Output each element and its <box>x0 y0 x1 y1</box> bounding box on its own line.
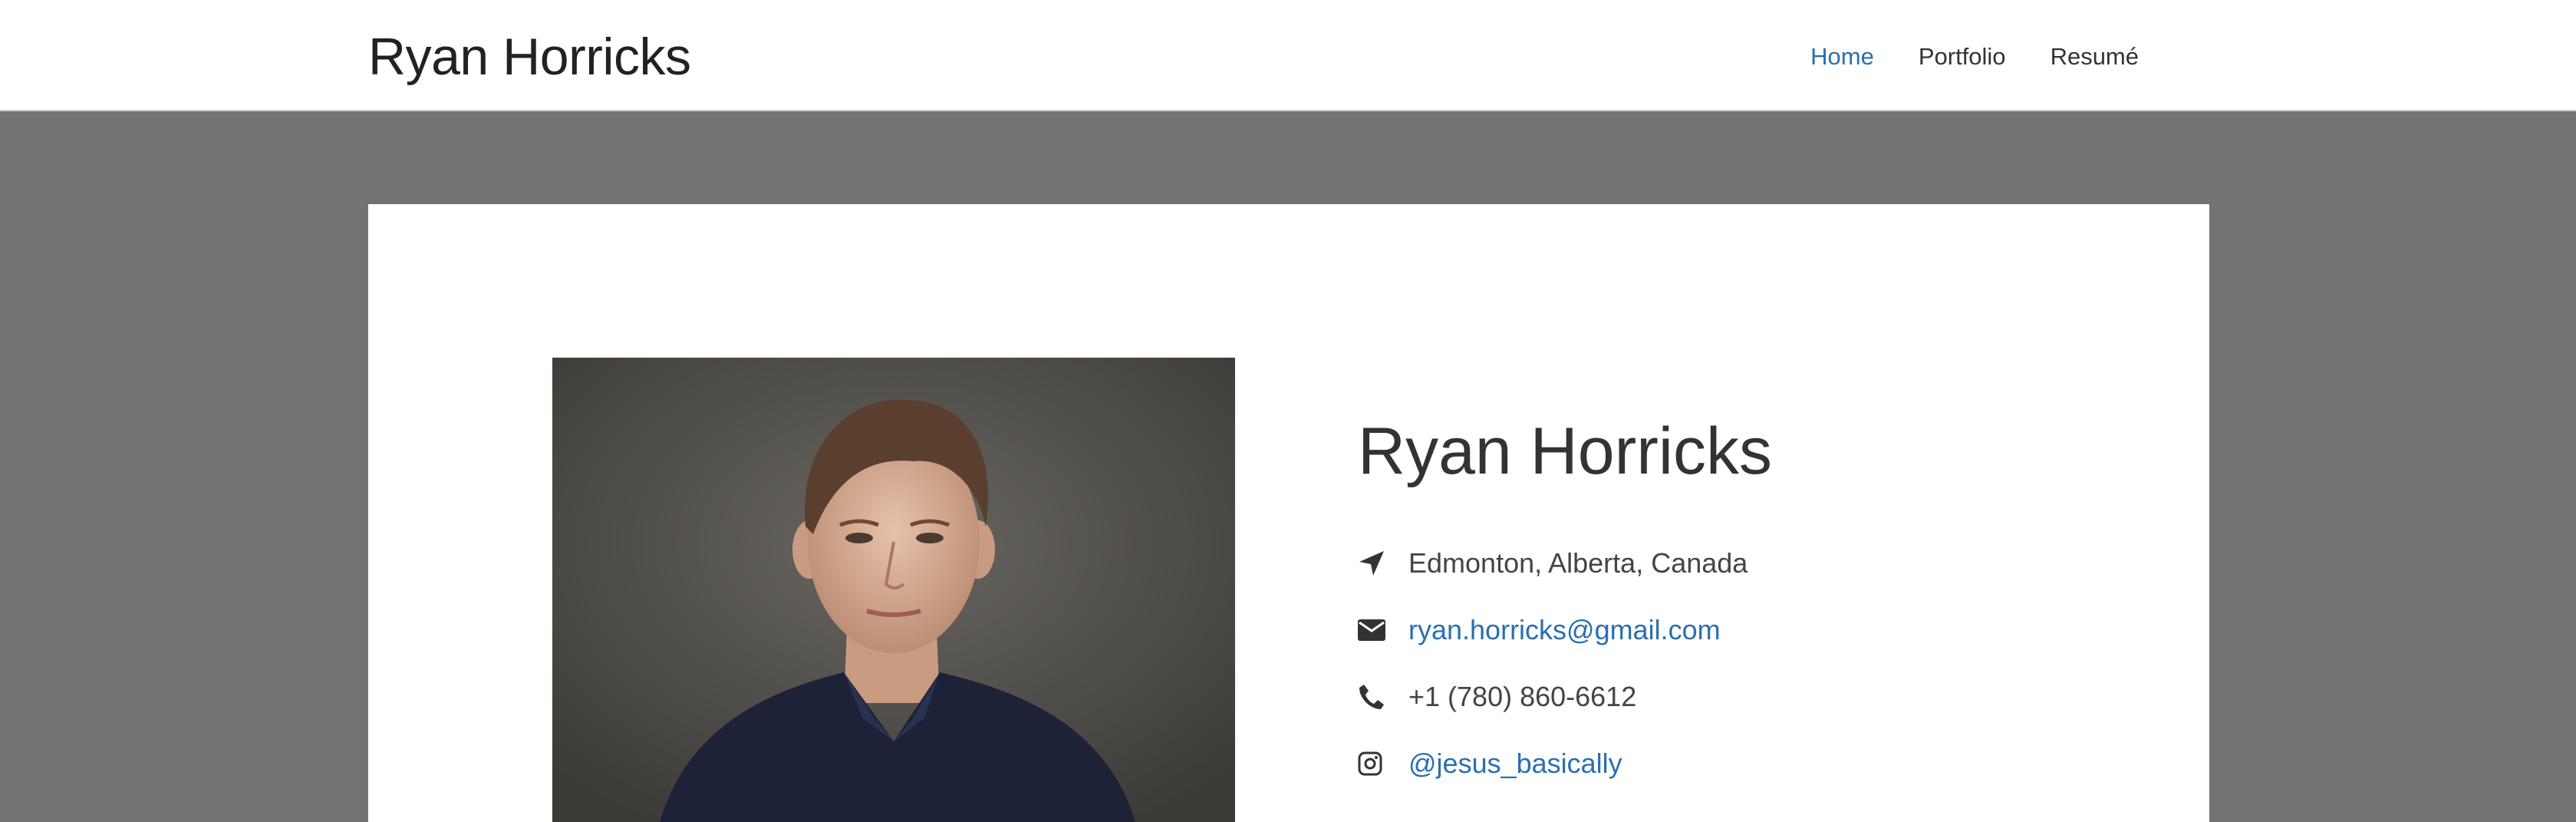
location-text: Edmonton, Alberta, Canada <box>1408 546 1748 579</box>
location-arrow-icon <box>1358 548 1408 579</box>
envelope-icon <box>1358 615 1408 645</box>
nav-home[interactable]: Home <box>1810 40 1874 74</box>
phone-row: +1 (780) 860-6612 <box>1358 663 1772 730</box>
email-link[interactable]: ryan.horricks@gmail.com <box>1408 614 1721 646</box>
profile-photo <box>552 358 1235 822</box>
main-nav: Home Portfolio Resumé <box>1810 40 2139 74</box>
nav-resume[interactable]: Resumé <box>2051 40 2139 74</box>
nav-portfolio[interactable]: Portfolio <box>1919 40 2006 74</box>
phone-icon <box>1358 682 1408 712</box>
site-title[interactable]: Ryan Horricks <box>368 26 691 87</box>
email-row: ryan.horricks@gmail.com <box>1358 596 1772 663</box>
instagram-row: @jesus_basically <box>1358 730 1772 797</box>
contact-info: Ryan Horricks Edmonton, Alberta, Canada … <box>1358 413 1772 797</box>
instagram-icon <box>1358 748 1408 779</box>
instagram-link[interactable]: @jesus_basically <box>1408 748 1622 780</box>
location-row: Edmonton, Alberta, Canada <box>1358 530 1772 596</box>
site-header: Ryan Horricks Home Portfolio Resumé <box>0 0 2576 111</box>
phone-text: +1 (780) 860-6612 <box>1408 680 1637 712</box>
profile-name: Ryan Horricks <box>1358 414 1772 488</box>
profile-card: Ryan Horricks Edmonton, Alberta, Canada … <box>368 204 2209 822</box>
